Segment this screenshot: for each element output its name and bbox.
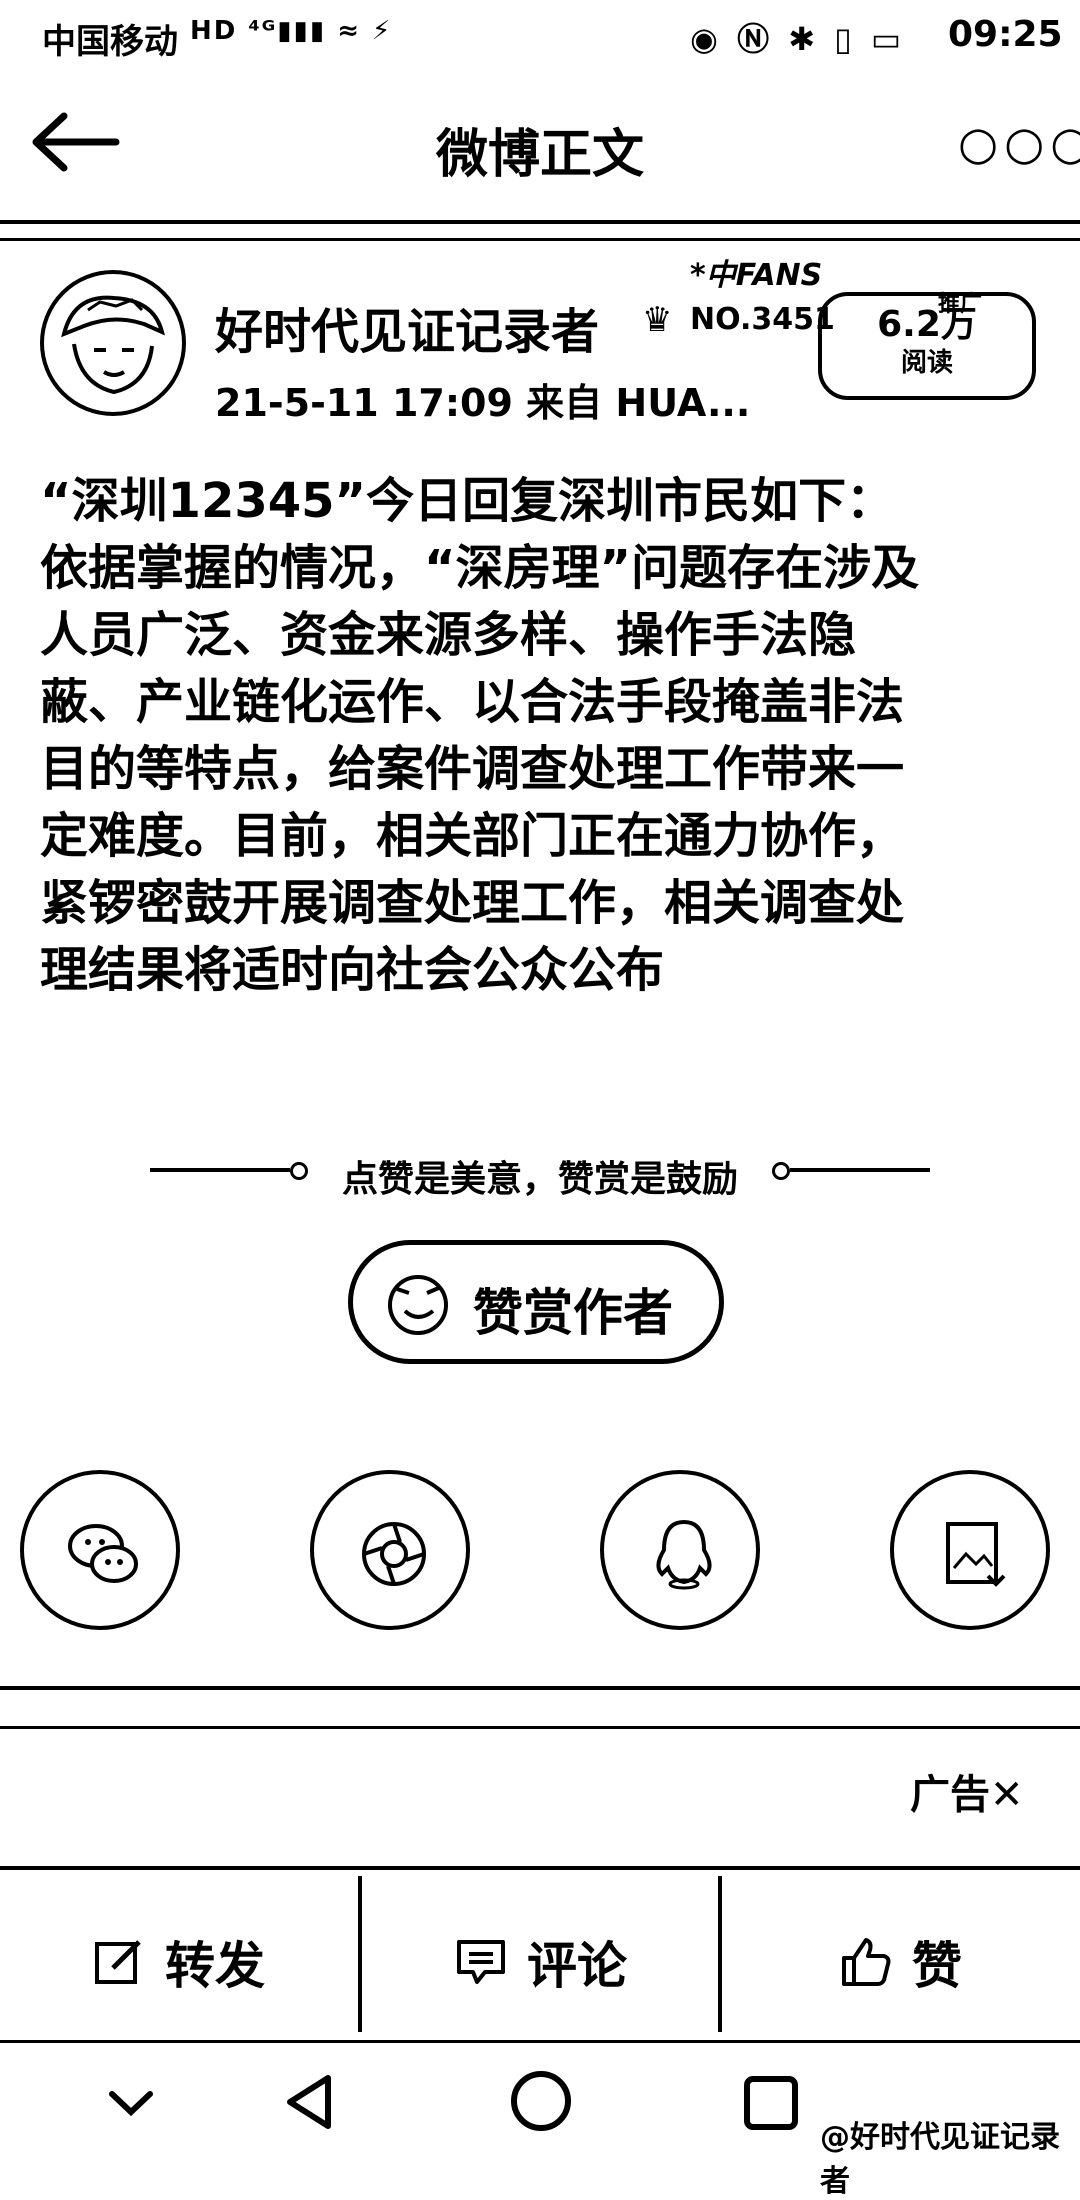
- nav-recents-icon[interactable]: [742, 2074, 800, 2132]
- reward-mascot-icon: [383, 1267, 453, 1337]
- qq-icon: [656, 1519, 712, 1590]
- page-title: 微博正文: [435, 125, 644, 185]
- reward-tip: 点赞是美意，赞赏是鼓励: [150, 1150, 930, 1200]
- tip-line-right: [790, 1168, 930, 1172]
- crown-icon: ♛: [642, 300, 673, 340]
- read-label: 阅读: [900, 348, 953, 378]
- share-qq-button[interactable]: [600, 1470, 760, 1630]
- repost-button[interactable]: 转发: [0, 1870, 358, 2040]
- nav-home-icon[interactable]: [508, 2068, 574, 2134]
- more-options-icon[interactable]: ○○○: [958, 116, 1080, 170]
- read-count: 6.2万: [877, 304, 977, 345]
- comment-label: 评论: [527, 1937, 627, 1995]
- nav-divider: [0, 238, 1080, 241]
- nav-back-icon[interactable]: [280, 2072, 340, 2132]
- comment-button[interactable]: 评论: [362, 1870, 720, 2040]
- moments-icon: [362, 1522, 426, 1586]
- like-button[interactable]: 赞: [722, 1870, 1080, 2040]
- post-line: 依据掌握的情况，“深房理”问题存在涉及: [40, 540, 920, 596]
- reward-button-label: 赞赏作者: [473, 1284, 673, 1342]
- carrier-label: 中国移动: [42, 22, 178, 62]
- repost-label: 转发: [165, 1937, 265, 1995]
- tip-dot-right: [772, 1162, 790, 1180]
- save-image-icon: [946, 1522, 1006, 1587]
- section-divider: [0, 1726, 1080, 1729]
- share-moments-button[interactable]: [310, 1470, 470, 1630]
- wechat-icon: [68, 1524, 138, 1583]
- fans-badge-decoration: *中FANS: [690, 258, 823, 293]
- post-line: 目的等特点，给案件调查处理工作带来一: [40, 741, 905, 797]
- fan-number-badge: NO.3451: [690, 302, 835, 337]
- post-line: “深圳12345”今日回复深圳市民如下：: [40, 473, 895, 529]
- share-wechat-button[interactable]: [20, 1470, 180, 1630]
- post-line: 理结果将适时向社会公众公布: [40, 942, 665, 998]
- status-bar: 中国移动 HD ⁴ᴳ▮▮▮ ≈ ⚡ ◉ Ⓝ ✱ ▯ ▭ 09:25: [0, 0, 1080, 70]
- reward-author-button[interactable]: 赞赏作者: [348, 1240, 724, 1364]
- like-label: 赞: [912, 1937, 962, 1995]
- author-name[interactable]: 好时代见证记录者: [215, 292, 599, 362]
- signal-icons: HD ⁴ᴳ▮▮▮ ≈ ⚡: [190, 16, 393, 46]
- post-body: “深圳12345”今日回复深圳市民如下： 依据掌握的情况，“深房理”问题存在涉及…: [40, 468, 1050, 1004]
- thumbs-up-icon: [842, 1938, 891, 1986]
- share-save-image-button[interactable]: [890, 1470, 1050, 1630]
- system-status-icons: ◉ Ⓝ ✱ ▯ ▭: [690, 20, 906, 58]
- bottom-action-bar: 转发 评论 赞: [0, 1866, 1080, 2043]
- post-line: 蔽、产业链化运作、以合法手段掩盖非法: [40, 674, 905, 730]
- ad-close-label[interactable]: 广告✕: [910, 1762, 1024, 1820]
- clock: 09:25: [948, 14, 1063, 55]
- post-line: 人员广泛、资金来源多样、操作手法隐: [40, 607, 857, 663]
- post-line: 紧锣密鼓开展调查处理工作，相关调查处: [40, 875, 905, 931]
- avatar[interactable]: [40, 270, 186, 416]
- repost-icon: [95, 1940, 141, 1984]
- watermark: @好时代见证记录者: [820, 2120, 1060, 2199]
- read-count-pill[interactable]: 6.2万 阅读: [818, 292, 1036, 400]
- section-divider: [0, 1686, 1080, 1690]
- post-line: 定难度。目前，相关部门正在通力协作，: [40, 808, 905, 864]
- reward-tip-text: 点赞是美意，赞赏是鼓励: [341, 1159, 738, 1200]
- chevron-down-icon[interactable]: [108, 2088, 154, 2118]
- promote-tag[interactable]: 推广: [938, 286, 982, 318]
- post-time-source: 21-5-11 17:09 来自 HUA...: [215, 381, 751, 425]
- comment-icon: [457, 1940, 505, 1984]
